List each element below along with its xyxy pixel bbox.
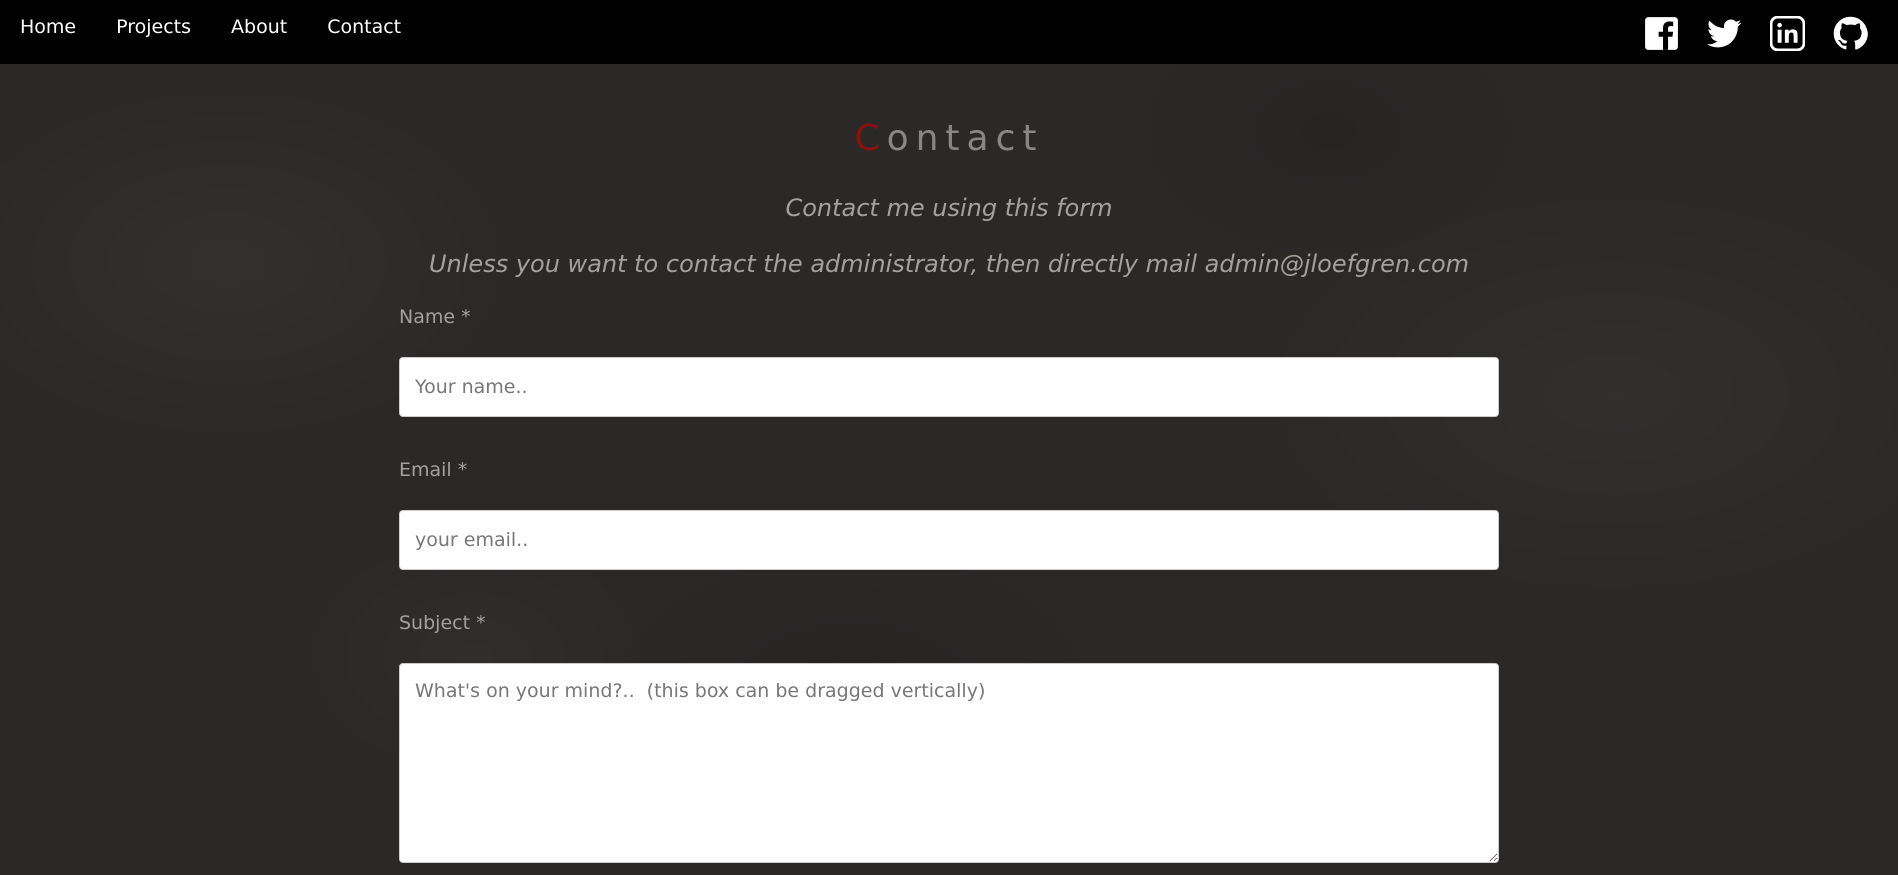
- page-title: Contact: [0, 118, 1898, 159]
- email-input[interactable]: [399, 510, 1499, 570]
- linkedin-icon[interactable]: [1770, 16, 1805, 51]
- nav-link-home[interactable]: Home: [20, 16, 76, 38]
- github-icon[interactable]: [1833, 16, 1868, 51]
- subject-textarea[interactable]: [399, 663, 1499, 863]
- nav-links: Home Projects About Contact: [0, 0, 421, 64]
- social-links: [1644, 16, 1868, 51]
- page-title-rest: ontact: [886, 118, 1044, 159]
- nav-link-about[interactable]: About: [231, 16, 287, 38]
- twitter-icon[interactable]: [1707, 16, 1742, 51]
- nav-link-contact[interactable]: Contact: [327, 16, 401, 38]
- nav-link-projects[interactable]: Projects: [116, 16, 191, 38]
- page-subtitle: Contact me using this form: [785, 194, 1113, 222]
- name-input[interactable]: [399, 357, 1499, 417]
- facebook-icon[interactable]: [1644, 16, 1679, 51]
- name-label: Name *: [399, 306, 471, 328]
- email-label: Email *: [399, 459, 468, 481]
- admin-note: Unless you want to contact the administr…: [428, 250, 1470, 278]
- subject-label: Subject *: [399, 612, 486, 634]
- page-title-accent-letter: C: [854, 118, 887, 159]
- navbar: Home Projects About Contact: [0, 0, 1898, 64]
